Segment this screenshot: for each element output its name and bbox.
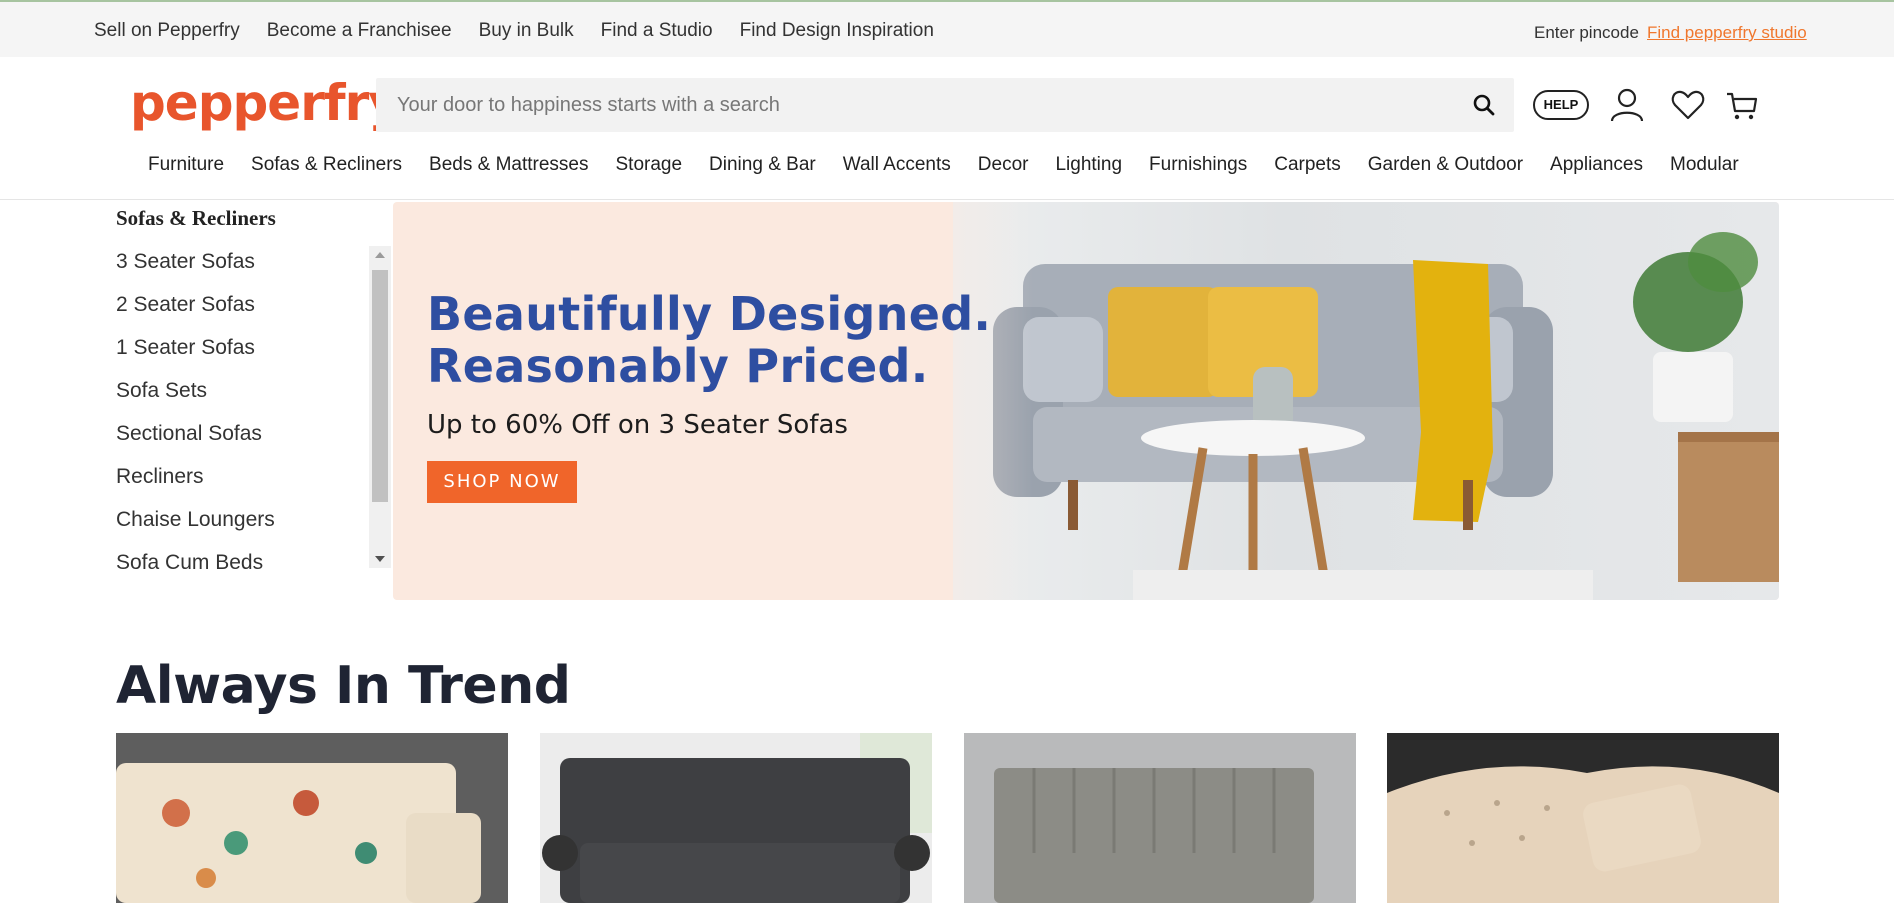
- heart-icon[interactable]: [1669, 86, 1707, 124]
- nav-garden-outdoor[interactable]: Garden & Outdoor: [1368, 154, 1523, 176]
- trend-card[interactable]: [116, 733, 508, 903]
- sidebar-item-3-seater-sofas[interactable]: 3 Seater Sofas: [116, 246, 366, 289]
- search-icon[interactable]: [1472, 93, 1496, 117]
- find-studio-link[interactable]: Find a Studio: [601, 20, 713, 42]
- sidebar-item-2-seater-sofas[interactable]: 2 Seater Sofas: [116, 289, 366, 332]
- sidebar-item-sofa-cum-beds[interactable]: Sofa Cum Beds: [116, 547, 366, 570]
- sidebar-scrollbar[interactable]: [369, 246, 391, 568]
- hero-headline-line-2: Reasonably Priced.: [427, 339, 929, 393]
- utility-links: Sell on Pepperfry Become a Franchisee Bu…: [94, 20, 961, 42]
- enter-pincode-label[interactable]: Enter pincode: [1534, 23, 1639, 43]
- nav-lighting[interactable]: Lighting: [1055, 154, 1122, 176]
- hero-subtext: Up to 60% Off on 3 Seater Sofas: [427, 410, 848, 440]
- floral-sofa-image: [116, 733, 508, 903]
- cart-icon[interactable]: [1723, 86, 1761, 124]
- scroll-down-arrow-icon[interactable]: [375, 556, 385, 562]
- nav-furnishings[interactable]: Furnishings: [1149, 154, 1247, 176]
- nav-wall-accents[interactable]: Wall Accents: [843, 154, 951, 176]
- nav-decor[interactable]: Decor: [978, 154, 1029, 176]
- hero-gradient-overlay: [833, 202, 1033, 600]
- buy-in-bulk-link[interactable]: Buy in Bulk: [479, 20, 574, 42]
- sidebar-item-sectional-sofas[interactable]: Sectional Sofas: [116, 418, 366, 461]
- nav-modular[interactable]: Modular: [1670, 154, 1739, 176]
- sidebar-title: Sofas & Recliners: [116, 206, 276, 230]
- find-design-inspiration-link[interactable]: Find Design Inspiration: [740, 20, 934, 42]
- sidebar-item-recliners[interactable]: Recliners: [116, 461, 366, 504]
- trend-card[interactable]: [964, 733, 1356, 903]
- sell-on-pepperfry-link[interactable]: Sell on Pepperfry: [94, 20, 240, 42]
- nav-carpets[interactable]: Carpets: [1274, 154, 1341, 176]
- trend-card[interactable]: [1387, 733, 1779, 903]
- sidebar-item-1-seater-sofas[interactable]: 1 Seater Sofas: [116, 332, 366, 375]
- nav-beds-mattresses[interactable]: Beds & Mattresses: [429, 154, 588, 176]
- category-nav: Furniture Sofas & Recliners Beds & Mattr…: [148, 154, 1766, 176]
- nav-furniture[interactable]: Furniture: [148, 154, 224, 176]
- user-icon[interactable]: [1608, 86, 1646, 124]
- grey-sofa-image: [540, 733, 932, 903]
- search-bar: [376, 78, 1514, 132]
- become-franchisee-link[interactable]: Become a Franchisee: [267, 20, 452, 42]
- nav-dining-bar[interactable]: Dining & Bar: [709, 154, 816, 176]
- sofa-bed-image: [964, 733, 1356, 903]
- hero-banner[interactable]: Beautifully Designed. Reasonably Priced.…: [393, 202, 1779, 600]
- hero-headline: Beautifully Designed. Reasonably Priced.: [427, 288, 991, 392]
- scroll-up-arrow-icon[interactable]: [375, 252, 385, 258]
- nav-divider: [0, 199, 1894, 200]
- nav-sofas-recliners[interactable]: Sofas & Recliners: [251, 154, 402, 176]
- sidebar-item-sofa-sets[interactable]: Sofa Sets: [116, 375, 366, 418]
- sidebar-category-list[interactable]: 3 Seater Sofas 2 Seater Sofas 1 Seater S…: [116, 246, 366, 570]
- find-pepperfry-studio-link[interactable]: Find pepperfry studio: [1647, 23, 1807, 43]
- beige-tufted-sofa-image: [1387, 733, 1779, 903]
- nav-storage[interactable]: Storage: [616, 154, 683, 176]
- scrollbar-thumb[interactable]: [372, 270, 388, 502]
- top-utility-bar: Sell on Pepperfry Become a Franchisee Bu…: [0, 0, 1894, 57]
- search-input[interactable]: [376, 78, 1436, 132]
- nav-appliances[interactable]: Appliances: [1550, 154, 1643, 176]
- shop-now-button[interactable]: SHOP NOW: [427, 461, 577, 503]
- sofa-illustration: [993, 232, 1779, 600]
- hero-headline-line-1: Beautifully Designed.: [427, 287, 992, 341]
- section-title: Always In Trend: [116, 656, 571, 716]
- pepperfry-logo[interactable]: pepperfry: [130, 78, 401, 128]
- sidebar-item-chaise-loungers[interactable]: Chaise Loungers: [116, 504, 366, 547]
- help-button[interactable]: HELP: [1533, 90, 1589, 120]
- trend-card[interactable]: [540, 733, 932, 903]
- hero-sofa-image: [953, 202, 1779, 600]
